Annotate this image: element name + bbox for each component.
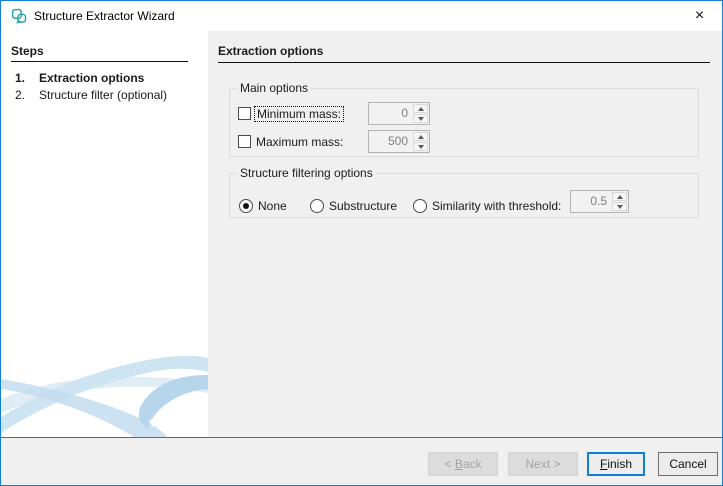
- threshold-spinbox: 0.5: [570, 190, 629, 213]
- finish-button[interactable]: Finish: [587, 452, 645, 476]
- radio-none-label[interactable]: None: [258, 199, 287, 213]
- step-number: 1.: [15, 71, 39, 86]
- radio-similarity[interactable]: Similarity with threshold:: [413, 195, 561, 217]
- step-label: Extraction options: [39, 71, 144, 86]
- minimum-mass-label[interactable]: Minimum mass:: [254, 106, 344, 122]
- spinner-up-icon: [418, 135, 424, 139]
- spinner-buttons: [611, 191, 628, 212]
- radio-none-control[interactable]: [239, 199, 253, 213]
- spinner-down-icon: [617, 205, 623, 209]
- group-title: Main options: [237, 81, 311, 95]
- next-label: Next >: [525, 457, 560, 471]
- step-number: 2.: [15, 88, 39, 103]
- content-panel: Extraction options Main options Minimum …: [208, 31, 722, 437]
- spinner-down-button: [413, 142, 428, 151]
- radio-substructure-control[interactable]: [310, 199, 324, 213]
- maximum-mass-value: 500: [369, 131, 412, 152]
- next-button: Next >: [508, 452, 578, 476]
- spinner-up-button: [413, 104, 428, 113]
- radio-substructure-label[interactable]: Substructure: [329, 199, 397, 213]
- spinner-up-icon: [418, 107, 424, 111]
- spinner-up-icon: [617, 195, 623, 199]
- watermark-swoosh-graphic: [1, 337, 208, 437]
- group-title: Structure filtering options: [237, 166, 376, 180]
- steps-panel: Steps 1. Extraction options 2. Structure…: [1, 31, 208, 437]
- back-label: < Back: [444, 457, 481, 471]
- page-title: Extraction options: [218, 44, 710, 63]
- spinner-buttons: [412, 103, 429, 124]
- spinner-down-button: [612, 202, 627, 211]
- main-options-group: Main options Minimum mass: 0 Maximum mas…: [229, 88, 699, 157]
- minimum-mass-row: Minimum mass:: [238, 102, 344, 125]
- threshold-value: 0.5: [571, 191, 611, 212]
- wizard-window: Structure Extractor Wizard × Steps 1. Ex…: [0, 0, 723, 486]
- steps-list: 1. Extraction options 2. Structure filte…: [1, 70, 208, 104]
- spinner-down-icon: [418, 145, 424, 149]
- maximum-mass-row: Maximum mass:: [238, 130, 343, 153]
- window-title: Structure Extractor Wizard: [34, 9, 175, 23]
- radio-similarity-label[interactable]: Similarity with threshold:: [432, 199, 561, 213]
- steps-heading: Steps: [11, 44, 188, 62]
- minimum-mass-value: 0: [369, 103, 412, 124]
- title-bar[interactable]: Structure Extractor Wizard ×: [1, 1, 722, 31]
- minimum-mass-checkbox[interactable]: [238, 107, 251, 120]
- step-item-structure-filter: 2. Structure filter (optional): [1, 87, 208, 104]
- radio-none[interactable]: None: [239, 195, 287, 217]
- maximum-mass-spinbox: 500: [368, 130, 430, 153]
- cancel-label: Cancel: [669, 457, 706, 471]
- spinner-down-button: [413, 114, 428, 123]
- step-label: Structure filter (optional): [39, 88, 167, 103]
- spinner-up-button: [612, 192, 627, 201]
- step-item-extraction-options: 1. Extraction options: [1, 70, 208, 87]
- finish-label: Finish: [600, 457, 632, 471]
- spinner-buttons: [412, 131, 429, 152]
- spinner-down-icon: [418, 117, 424, 121]
- spinner-up-button: [413, 132, 428, 141]
- structure-filtering-group: Structure filtering options None Substru…: [229, 173, 699, 218]
- cancel-button[interactable]: Cancel: [658, 452, 718, 476]
- structure-extractor-icon: [11, 8, 27, 24]
- minimum-mass-spinbox: 0: [368, 102, 430, 125]
- close-button[interactable]: ×: [677, 1, 722, 31]
- back-button: < Back: [428, 452, 498, 476]
- radio-substructure[interactable]: Substructure: [310, 195, 397, 217]
- maximum-mass-checkbox[interactable]: [238, 135, 251, 148]
- maximum-mass-label[interactable]: Maximum mass:: [256, 135, 343, 149]
- close-icon: ×: [695, 7, 704, 25]
- button-bar: < Back Next > Finish Cancel: [1, 437, 722, 485]
- radio-similarity-control[interactable]: [413, 199, 427, 213]
